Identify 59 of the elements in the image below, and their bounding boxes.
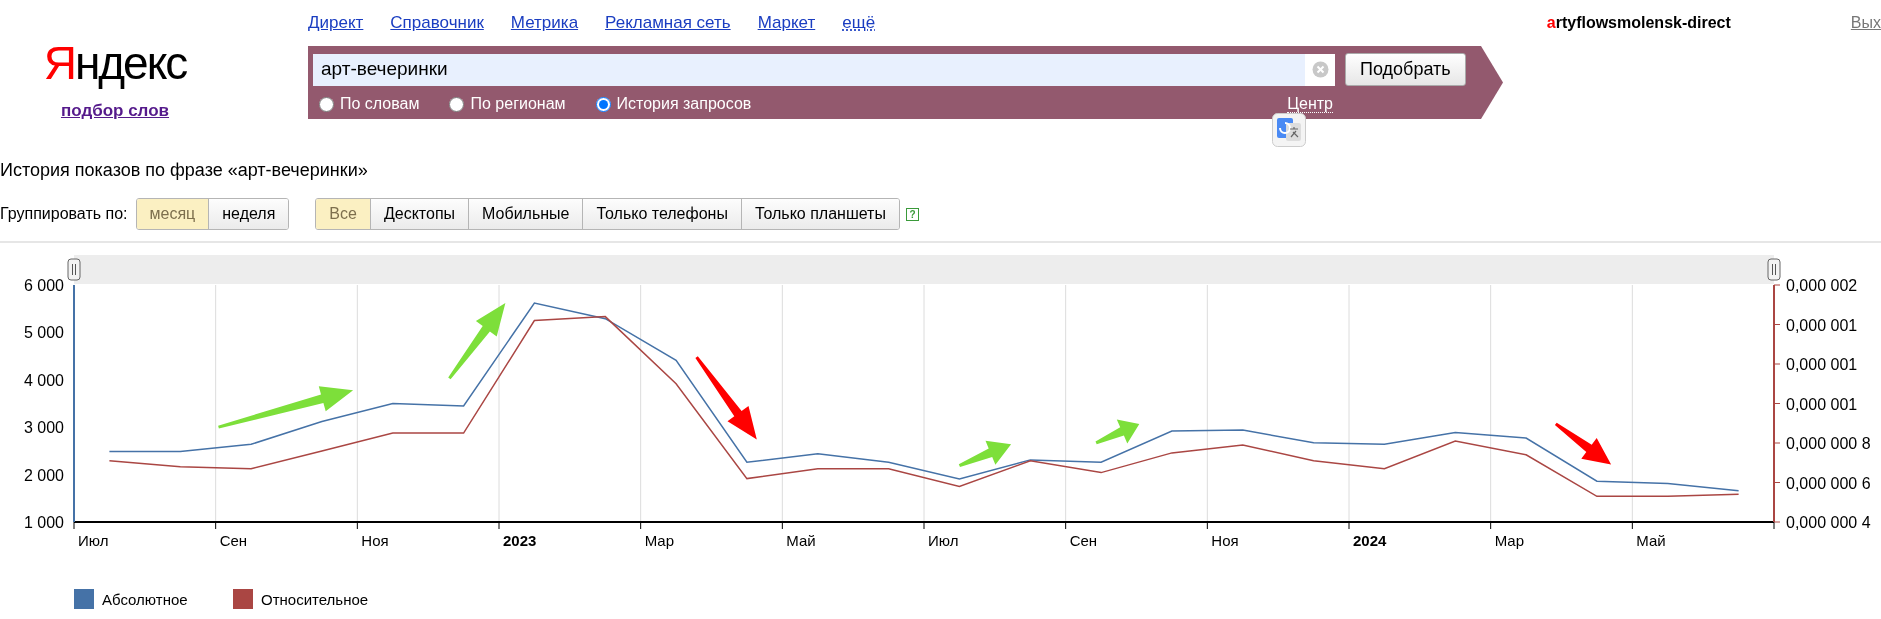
legend-swatch[interactable]	[74, 589, 94, 609]
y-axis-label: 0,000 001	[1786, 316, 1858, 334]
y-axis-label: 0,000 000 6	[1786, 474, 1871, 492]
y-axis-label: 1 000	[23, 514, 64, 531]
legend-label[interactable]: Относительное	[261, 591, 369, 608]
x-axis-label: Ноя	[1211, 532, 1239, 550]
segment-button[interactable]: Мобильные	[468, 199, 583, 229]
submit-button[interactable]: Подобрать	[1345, 53, 1466, 86]
x-axis-label: Июл	[928, 532, 959, 550]
segment-button[interactable]: Все	[316, 199, 370, 229]
username[interactable]: artyflowsmolensk-direct	[1546, 11, 1731, 35]
segment-button[interactable]: Только телефоны	[582, 199, 741, 229]
radio-label: По регионам	[470, 94, 566, 114]
segment-button[interactable]: Только планшеты	[740, 199, 899, 229]
nav-link[interactable]: Директ	[308, 10, 364, 36]
more-link[interactable]: ещё	[842, 10, 876, 36]
range-handle[interactable]	[67, 258, 81, 281]
y-axis-label: 0,000 001	[1786, 356, 1858, 373]
legend-label[interactable]: Абсолютное	[102, 591, 188, 608]
x-axis-label: Ноя	[361, 532, 389, 550]
segment-button[interactable]: месяц	[136, 199, 209, 229]
y-axis-label: 0,000 000 8	[1786, 435, 1871, 452]
y-axis-label: 0,000 002	[1786, 277, 1858, 294]
page-title: История показов по фразе «арт-вечеринки»	[0, 159, 369, 182]
subtitle-link[interactable]: подбор слов	[60, 98, 170, 124]
x-axis-label: 2024	[1353, 532, 1387, 550]
y-axis-label: 0,000 001	[1786, 395, 1858, 413]
x-axis-label: Мар	[1494, 532, 1525, 550]
radio-button[interactable]	[319, 96, 334, 112]
legend-swatch[interactable]	[233, 589, 253, 609]
x-axis-label: Сен	[219, 532, 248, 550]
radio-label: История запросов	[616, 94, 752, 114]
group-label: Группировать по:	[0, 204, 128, 224]
logout-link[interactable]: Вых	[1850, 11, 1881, 35]
nav-link[interactable]: Метрика	[510, 10, 579, 36]
y-axis-label: 0,000 000 4	[1786, 514, 1871, 531]
y-axis-label: 6 000	[23, 277, 64, 294]
range-handle[interactable]	[1767, 258, 1781, 281]
x-axis-label: Май	[786, 532, 816, 550]
x-axis-label: Май	[1636, 532, 1666, 550]
y-axis-label: 5 000	[23, 324, 64, 342]
nav-link[interactable]: Справочник	[390, 10, 484, 36]
y-axis-label: 2 000	[23, 466, 64, 484]
y-axis-label: 4 000	[23, 371, 64, 389]
radio-label: По словам	[340, 94, 420, 114]
translate-icon[interactable]	[1272, 113, 1306, 147]
segment-button[interactable]: Десктопы	[369, 199, 469, 229]
radio-button[interactable]	[595, 96, 611, 112]
nav-link[interactable]: Маркет	[757, 10, 816, 36]
x-axis-label: Июл	[78, 532, 109, 550]
x-axis-label: Сен	[1069, 532, 1098, 550]
help-icon[interactable]: ?	[905, 207, 919, 221]
x-axis-label: 2023	[503, 532, 537, 550]
radio-button[interactable]	[449, 96, 465, 112]
y-axis-label: 3 000	[23, 419, 64, 437]
nav-link[interactable]: Рекламная сеть	[605, 10, 731, 36]
search-field[interactable]: арт-вечеринки	[313, 53, 1335, 86]
x-axis-label: Мар	[644, 532, 675, 550]
segment-button[interactable]: неделя	[208, 199, 289, 229]
